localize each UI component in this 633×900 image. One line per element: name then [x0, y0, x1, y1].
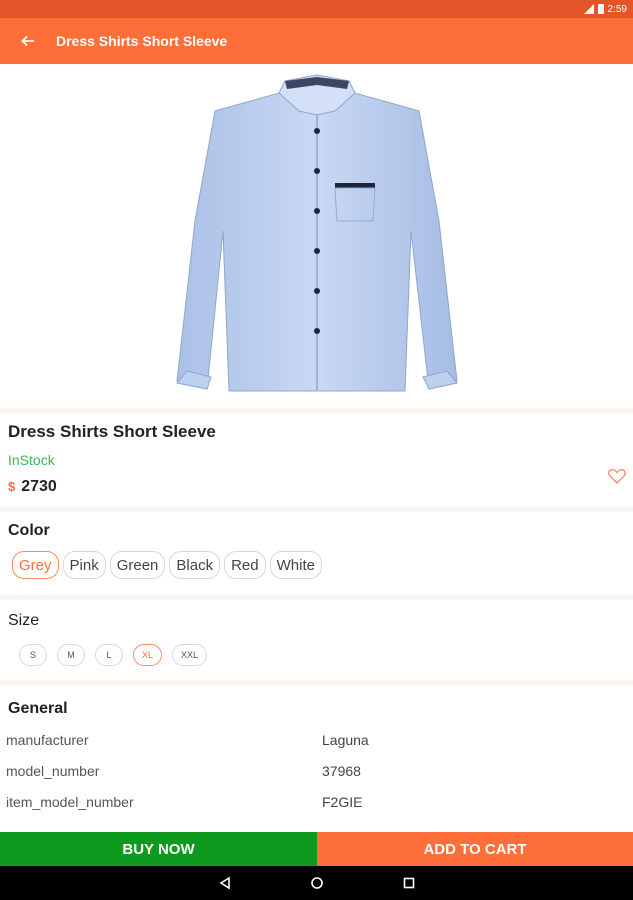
system-nav-bar [0, 866, 633, 900]
size-chip-xl[interactable]: XL [133, 644, 163, 666]
spec-key: model_number [6, 763, 100, 779]
color-chip-black[interactable]: Black [169, 551, 221, 579]
spec-value: Laguna [322, 732, 369, 748]
arrow-back-icon [21, 35, 34, 47]
product-name: Dress Shirts Short Sleeve [8, 422, 216, 441]
spec-value: 37968 [322, 763, 361, 779]
product-price: 2730 [21, 478, 57, 495]
buy-now-button[interactable]: BUY NOW [0, 832, 317, 866]
heart-outline-icon [608, 468, 626, 484]
bottom-actions: BUY NOW ADD TO CART [0, 832, 633, 866]
color-chip-white[interactable]: White [269, 551, 322, 579]
battery-icon [597, 4, 604, 14]
product-info: Dress Shirts Short Sleeve InStock $ 2730 [0, 414, 633, 506]
signal-icon [583, 4, 594, 14]
general-section: General manufacturer Laguna model_number… [0, 686, 633, 832]
size-label: Size [8, 612, 40, 629]
home-circle-icon [310, 877, 323, 889]
back-triangle-icon [218, 876, 230, 890]
color-chip-red[interactable]: Red [224, 551, 266, 579]
general-label: General [8, 700, 68, 717]
color-label: Color [8, 522, 50, 539]
color-chip-pink[interactable]: Pink [62, 551, 106, 579]
spec-row: model_number 37968 [6, 763, 626, 779]
spec-value: F2GIE [322, 794, 363, 810]
stock-status: InStock [8, 452, 55, 468]
recents-square-icon [403, 877, 414, 889]
size-chip-xxl[interactable]: XXL [172, 644, 208, 666]
price-row: $ 2730 [8, 478, 57, 496]
color-chip-green[interactable]: Green [109, 551, 166, 579]
nav-back-button[interactable] [213, 871, 237, 895]
product-image[interactable] [0, 64, 633, 408]
size-options: S M L XL XXL [19, 644, 208, 666]
page-title: Dress Shirts Short Sleeve [56, 33, 228, 49]
spec-row: item_model_number F2GIE [6, 794, 626, 810]
size-chip-m[interactable]: M [57, 644, 85, 666]
spec-key: item_model_number [6, 794, 134, 810]
status-time: 2:59 [607, 3, 627, 15]
app-bar: Dress Shirts Short Sleeve [0, 18, 633, 64]
add-to-cart-button[interactable]: ADD TO CART [317, 832, 633, 866]
spec-row: manufacturer Laguna [6, 732, 626, 748]
back-button[interactable] [0, 18, 56, 64]
color-section: Color Grey Pink Green Black Red White [0, 512, 633, 594]
size-chip-s[interactable]: S [19, 644, 47, 666]
color-options: Grey Pink Green Black Red White [12, 551, 322, 579]
color-chip-grey[interactable]: Grey [12, 551, 59, 579]
size-chip-l[interactable]: L [95, 644, 123, 666]
currency-symbol: $ [8, 479, 16, 494]
nav-recents-button[interactable] [397, 871, 421, 895]
shirt-image [175, 74, 458, 392]
size-section: Size S M L XL XXL [0, 600, 633, 680]
status-bar: 2:59 [0, 0, 633, 18]
favorite-button[interactable] [605, 464, 629, 488]
spec-key: manufacturer [6, 732, 89, 748]
nav-home-button[interactable] [305, 871, 329, 895]
